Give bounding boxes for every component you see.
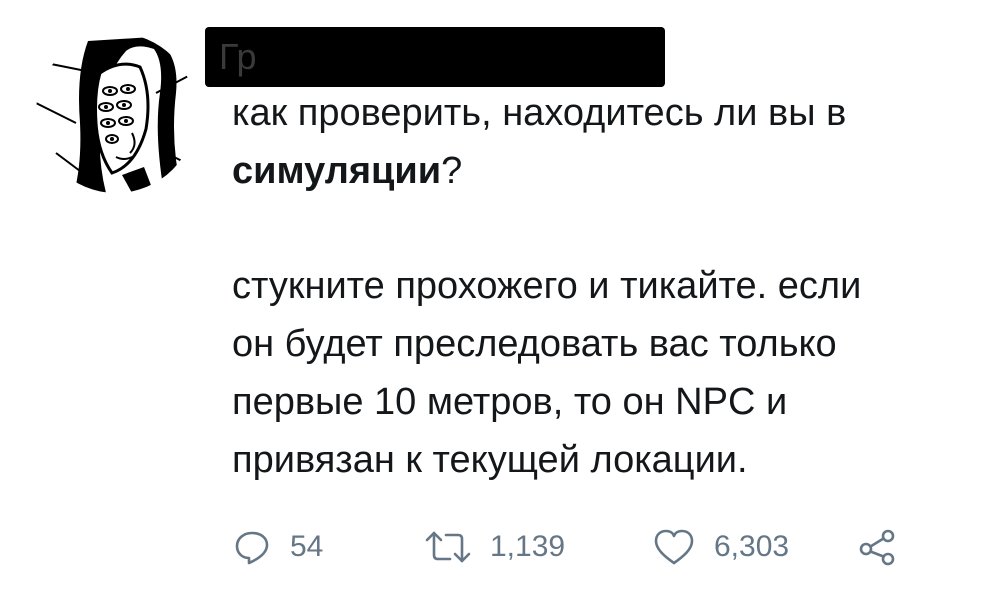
retweet-button[interactable]: 1,139	[424, 522, 565, 572]
retweet-count: 1,139	[490, 530, 566, 563]
tweet-text-bold-word: симуляции	[232, 150, 442, 192]
like-button[interactable]: 6,303	[652, 522, 789, 572]
avatar-illustration	[36, 33, 196, 193]
tweet-actions: 54 1,139 6,303	[232, 522, 932, 572]
share-button[interactable]	[856, 522, 900, 572]
retweet-icon	[424, 527, 472, 567]
redacted-author-name: Гр	[205, 27, 665, 87]
author-name-fragment: Гр	[219, 36, 257, 77]
like-count: 6,303	[714, 530, 790, 563]
share-icon	[856, 525, 900, 569]
tweet-text-question-mark: ?	[441, 150, 463, 192]
heart-icon	[652, 527, 696, 567]
reply-count: 54	[290, 530, 324, 563]
tweet-text-paragraph: стукните прохожего и тикайте. если он бу…	[232, 265, 862, 481]
avatar[interactable]	[36, 33, 196, 193]
tweet-text-line1: как проверить, находитесь ли вы в	[232, 92, 847, 134]
reply-icon	[232, 527, 272, 567]
tweet-text-line2: симуляции?	[232, 142, 992, 200]
reply-button[interactable]: 54	[232, 522, 323, 572]
